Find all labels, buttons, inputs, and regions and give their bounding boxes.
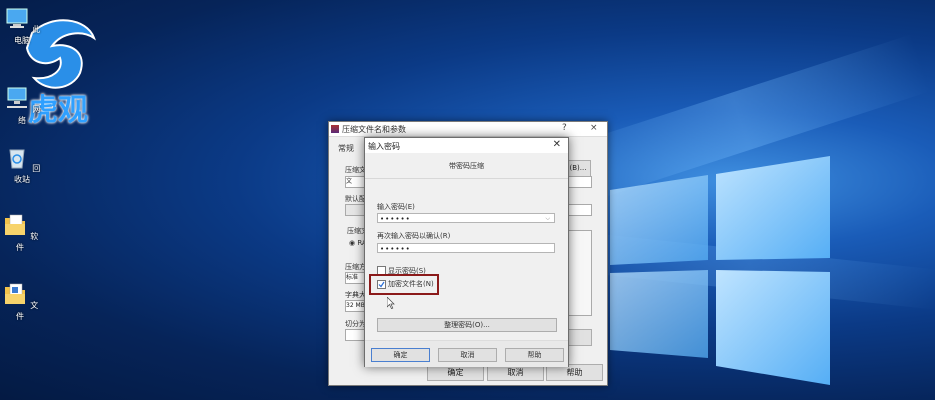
config-label: 默认配 bbox=[345, 195, 366, 203]
archive-name-label: 压缩文 bbox=[345, 166, 366, 174]
split-label: 切分为 bbox=[345, 320, 366, 328]
folder-icon bbox=[4, 283, 25, 304]
close-icon[interactable]: ✕ bbox=[553, 139, 561, 150]
mouse-cursor-icon bbox=[387, 297, 395, 309]
backup-button[interactable] bbox=[566, 329, 592, 346]
confirm-password-label: 再次输入密码以确认(R) bbox=[377, 232, 451, 240]
desktop-icon-recycle-bin[interactable]: 回收站 bbox=[2, 145, 42, 185]
confirm-password-value: •••••• bbox=[380, 245, 411, 253]
password-input[interactable]: •••••• ⌵ bbox=[377, 213, 555, 223]
windows-logo bbox=[610, 156, 830, 385]
confirm-password-input[interactable]: •••••• bbox=[377, 243, 555, 253]
desktop-icon-computer[interactable]: 此电脑 bbox=[2, 6, 42, 46]
help-icon[interactable]: ? bbox=[562, 123, 567, 133]
password-label: 输入密码(E) bbox=[377, 203, 415, 211]
divider bbox=[365, 178, 568, 179]
computer-icon bbox=[6, 8, 28, 28]
options-group bbox=[566, 230, 592, 316]
network-icon bbox=[6, 87, 27, 108]
password-subtitle: 带密码压缩 bbox=[449, 162, 484, 170]
highlight-box bbox=[369, 274, 439, 295]
password-dialog: 输入密码 ✕ 带密码压缩 输入密码(E) •••••• ⌵ 再次输入密码以确认(… bbox=[364, 137, 569, 367]
close-icon[interactable]: × bbox=[590, 123, 598, 133]
winrar-icon bbox=[331, 125, 339, 133]
dictionary-label: 字典大 bbox=[345, 291, 366, 299]
update-mode-select[interactable] bbox=[566, 176, 592, 188]
cancel-button[interactable]: 取消 bbox=[438, 348, 497, 362]
chevron-down-icon[interactable]: ⌵ bbox=[545, 214, 551, 224]
password-dialog-title: 输入密码 bbox=[368, 142, 400, 151]
password-dialog-titlebar: 输入密码 ✕ bbox=[365, 138, 568, 153]
ok-button[interactable]: 确定 bbox=[371, 348, 430, 362]
desktop-icon-files[interactable]: 文件 bbox=[0, 282, 40, 322]
desktop-icon-network[interactable]: 网络 bbox=[2, 86, 42, 126]
dialog-title: 压缩文件名和参数 bbox=[342, 125, 406, 134]
password-value: •••••• bbox=[380, 215, 411, 223]
profile-select[interactable] bbox=[566, 204, 592, 216]
method-label: 压缩方 bbox=[345, 263, 366, 271]
dialog-titlebar: 压缩文件名和参数 ? × bbox=[329, 122, 607, 137]
tab-general[interactable]: 常规 bbox=[338, 143, 354, 154]
help-button[interactable]: 帮助 bbox=[505, 348, 564, 362]
recycle-bin-icon bbox=[9, 149, 25, 169]
folder-icon bbox=[4, 214, 25, 235]
desktop-icon-software[interactable]: 软件 bbox=[0, 213, 40, 253]
organize-passwords-button[interactable]: 整理密码(O)... bbox=[377, 318, 557, 332]
